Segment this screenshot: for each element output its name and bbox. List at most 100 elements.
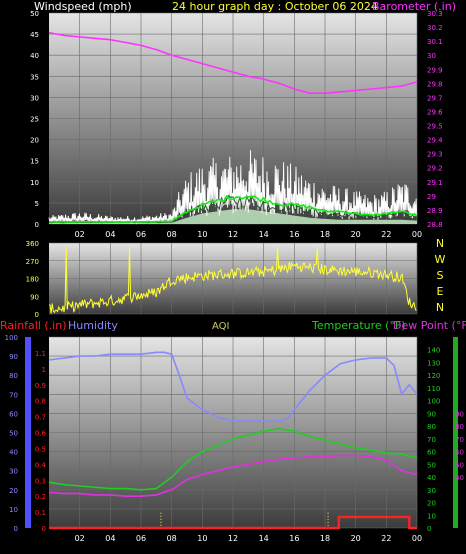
compass-label: S: [437, 269, 444, 282]
climate-hour-tick-label: 22: [381, 534, 391, 543]
dewpoint-tick-label: 90: [455, 410, 464, 418]
temperature-tick-label: 40: [427, 474, 436, 482]
temperature-axis-bar: [453, 337, 458, 528]
windspeed-tick-label: 20: [30, 137, 39, 145]
climate-hour-tick-label: 12: [228, 534, 238, 543]
compass-label: N: [436, 301, 444, 314]
temperature-axis-label: Temperature (°F): [311, 319, 406, 332]
rainfall-tick-label: 0.4: [35, 461, 47, 469]
barometer-tick-label: 30.2: [427, 24, 443, 32]
rainfall-tick-label: 0.3: [35, 477, 46, 485]
barometer-tick-label: 29.4: [427, 137, 443, 145]
rainfall-tick-label: 1: [42, 366, 46, 374]
rainfall-tick-label: 0: [42, 525, 46, 533]
humidity-tick-label: 20: [9, 487, 18, 495]
humidity-tick-label: 80: [9, 372, 18, 380]
climate-hour-tick-labels: 02 04 06 08 10 12 14 16 18 20 22 00: [75, 534, 423, 543]
temperature-tick-label: 80: [427, 423, 436, 431]
temperature-tick-label: 110: [427, 385, 440, 393]
barometer-tick-label: 30: [427, 52, 436, 60]
barometer-tick-label: 29.5: [427, 123, 443, 131]
climate-hour-tick-label: 00: [412, 534, 422, 543]
temperature-tick-label: 30: [427, 487, 436, 495]
graph-title: 24 hour graph day : October 06 2024: [172, 0, 378, 13]
dewpoint-axis-label: Dew Point (°F): [393, 319, 466, 332]
dewpoint-tick-label: 40: [455, 474, 464, 482]
windspeed-tick-label: 10: [30, 179, 39, 187]
rainfall-tick-label: 0.5: [35, 445, 46, 453]
dewpoint-tick-label: 50: [455, 461, 464, 469]
direction-tick-label: 180: [26, 276, 39, 284]
barometer-tick-label: 30.3: [427, 10, 443, 18]
wind-hour-tick-label: 22: [381, 230, 391, 239]
barometer-tick-label: 29.3: [427, 151, 443, 159]
wind-hour-tick-label: 10: [197, 230, 207, 239]
compass-label: E: [437, 285, 444, 298]
direction-tick-label: 360: [26, 240, 39, 248]
climate-hour-tick-label: 08: [167, 534, 177, 543]
temperature-tick-label: 60: [427, 449, 436, 457]
compass-label: W: [435, 253, 446, 266]
humidity-tick-label: 70: [9, 391, 18, 399]
humidity-tick-label: 60: [9, 410, 18, 418]
rainfall-tick-label: 0.9: [35, 382, 46, 390]
barometer-tick-label: 29.1: [427, 179, 443, 187]
direction-tick-label: 90: [30, 293, 39, 301]
wind-hour-tick-labels: 02 04 06 08 10 12 14 16 18 20 22 00: [75, 230, 423, 239]
windspeed-tick-label: 25: [30, 116, 39, 124]
rainfall-tick-label: 1.1: [35, 350, 46, 358]
rainfall-tick-label: 0.7: [35, 414, 46, 422]
windspeed-tick-labels: 0 5 10 15 20 25 30 35 40 45 50: [30, 10, 39, 229]
barometer-tick-label: 29.7: [427, 94, 443, 102]
direction-tick-labels: 0 90 180 270 360: [26, 240, 39, 319]
weather-charts-canvas: Windspeed (mph) 24 hour graph day : Octo…: [0, 0, 466, 543]
compass-labels: NWSEN: [435, 237, 446, 314]
temperature-tick-label: 70: [427, 436, 436, 444]
humidity-axis-label: Humidity: [68, 319, 118, 332]
climate-hour-tick-label: 18: [320, 534, 330, 543]
weather-graph-page: Windspeed (mph) 24 hour graph day : Octo…: [0, 0, 466, 554]
temperature-tick-label: 10: [427, 512, 436, 520]
temperature-tick-label: 140: [427, 347, 440, 355]
wind-hour-tick-label: 08: [167, 230, 177, 239]
barometer-tick-labels: 28.8 28.9 29 29.1 29.2 29.3 29.4 29.5 29.6 29.7 29…: [427, 10, 443, 229]
barometer-tick-label: 29.9: [427, 66, 443, 74]
rainfall-axis-label: Rainfall (.in): [0, 319, 67, 332]
windspeed-tick-label: 50: [30, 10, 39, 18]
humidity-tick-label: 0: [14, 525, 18, 533]
windspeed-axis-label: Windspeed (mph): [34, 0, 132, 13]
windspeed-tick-label: 5: [35, 200, 39, 208]
climate-hour-tick-label: 02: [75, 534, 85, 543]
climate-hour-tick-label: 04: [105, 534, 115, 543]
temperature-tick-label: 0: [427, 525, 431, 533]
barometer-tick-label: 28.8: [427, 221, 443, 229]
temperature-tick-labels: 0 10 20 30 40 50 60 70 80 90 100 110 120 130 140: [427, 347, 440, 533]
temperature-tick-label: 120: [427, 372, 440, 380]
humidity-tick-label: 30: [9, 468, 18, 476]
wind-hour-tick-label: 06: [136, 230, 146, 239]
climate-hour-tick-label: 14: [259, 534, 269, 543]
barometer-tick-label: 29.6: [427, 108, 443, 116]
wind-hour-tick-label: 02: [75, 230, 85, 239]
rainfall-tick-label: 0.1: [35, 509, 46, 517]
barometer-tick-label: 29.8: [427, 80, 443, 88]
wind-hour-tick-label: 20: [351, 230, 361, 239]
rainfall-tick-label: 0.2: [35, 493, 46, 501]
temperature-tick-label: 130: [427, 359, 440, 367]
windspeed-tick-label: 35: [30, 73, 39, 81]
wind-hour-tick-label: 18: [320, 230, 330, 239]
barometer-axis-label: Barometer (.in): [372, 0, 456, 13]
direction-tick-label: 270: [26, 258, 39, 266]
wind-hour-tick-label: 00: [412, 230, 422, 239]
climate-hour-tick-label: 10: [197, 534, 207, 543]
temperature-tick-label: 100: [427, 398, 440, 406]
humidity-tick-label: 100: [5, 334, 18, 342]
wind-hour-tick-label: 12: [228, 230, 238, 239]
dewpoint-tick-label: 60: [455, 449, 464, 457]
humidity-tick-label: 90: [9, 353, 18, 361]
windspeed-tick-label: 15: [30, 158, 39, 166]
barometer-tick-label: 29: [427, 193, 436, 201]
aqi-label: AQI: [212, 321, 230, 332]
barometer-tick-label: 28.9: [427, 207, 443, 215]
wind-hour-tick-label: 14: [259, 230, 269, 239]
